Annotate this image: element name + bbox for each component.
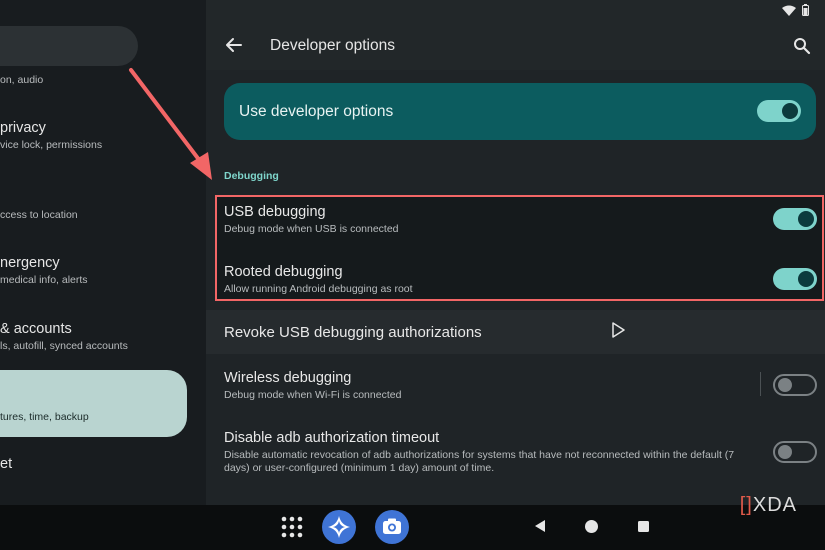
revoke-usb-debugging-label-wrap: Revoke USB debugging authorizations	[224, 324, 482, 341]
usb-debugging-row[interactable]: USB debugging Debug mode when USB is con…	[224, 204, 399, 236]
wireless-debugging-toggle[interactable]	[773, 374, 817, 396]
divider	[760, 372, 761, 396]
sidebar-item-subtitle: ccess to location	[0, 209, 78, 221]
sidebar-item-subtitle: medical info, alerts	[0, 274, 88, 286]
sidebar-item-system-selected[interactable]	[0, 370, 187, 437]
navigation-bar	[0, 505, 825, 550]
sidebar-item-security-privacy[interactable]: privacy vice lock, permissions	[0, 120, 102, 151]
sidebar-item-title: & accounts	[0, 321, 72, 337]
app-bar	[206, 0, 825, 70]
setting-subtitle: Debug mode when Wi-Fi is connected	[224, 389, 402, 401]
setting-subtitle-line2: days) or user-configured (minimum 1 day)…	[224, 462, 495, 474]
setting-title: Rooted debugging	[224, 264, 343, 280]
sidebar-item-title: privacy	[0, 120, 46, 136]
use-developer-options-card[interactable]: Use developer options	[224, 83, 816, 140]
disable-adb-timeout-toggle[interactable]	[773, 441, 817, 463]
developer-options-pane: Developer options Use developer options …	[206, 0, 825, 505]
sidebar-item-subtitle: vice lock, permissions	[0, 139, 103, 151]
back-arrow-icon[interactable]	[224, 35, 244, 55]
sidebar-item-passwords-accounts[interactable]: & accounts ls, autofill, synced accounts	[0, 321, 128, 352]
setting-title: Revoke USB debugging authorizations	[224, 324, 482, 341]
sidebar-item-subtitle: ls, autofill, synced accounts	[0, 340, 128, 352]
watermark-text: XDA	[752, 494, 797, 516]
setting-title: Disable adb authorization timeout	[224, 430, 440, 446]
sidebar-item-location[interactable]: ccess to location	[0, 206, 78, 221]
camera-icon[interactable]	[375, 510, 409, 544]
rooted-debugging-row[interactable]: Rooted debugging Allow running Android d…	[224, 264, 413, 296]
search-icon[interactable]	[793, 37, 811, 55]
page-title: Developer options	[270, 37, 395, 54]
nav-recents-icon[interactable]	[637, 520, 650, 533]
battery-icon	[802, 4, 809, 16]
nav-home-icon[interactable]	[584, 519, 599, 534]
sidebar-item-subtitle: on, audio	[0, 74, 44, 86]
use-developer-options-label: Use developer options	[239, 103, 394, 120]
section-header-debugging: Debugging	[224, 170, 279, 182]
wifi-icon	[782, 5, 796, 16]
setting-subtitle-line1: Disable automatic revocation of adb auth…	[224, 449, 735, 461]
xda-watermark-logo: []XDA	[739, 494, 797, 516]
assistant-icon[interactable]	[322, 510, 356, 544]
sidebar-item-subtitle: tures, time, backup	[0, 411, 89, 423]
setting-subtitle: Debug mode when USB is connected	[224, 223, 399, 235]
wireless-debugging-row[interactable]: Wireless debugging Debug mode when Wi-Fi…	[224, 370, 401, 402]
app-grid-icon[interactable]	[281, 516, 303, 538]
sidebar-item-sound[interactable]: on, audio	[0, 71, 43, 86]
usb-debugging-toggle[interactable]	[773, 208, 817, 230]
setting-title: USB debugging	[224, 204, 326, 220]
sidebar-item-title: nergency	[0, 255, 60, 271]
sidebar-item-system[interactable]: tures, time, backup	[0, 408, 89, 423]
setting-title: Wireless debugging	[224, 370, 352, 386]
sidebar-item-safety-emergency[interactable]: nergency medical info, alerts	[0, 255, 88, 286]
nav-back-icon[interactable]	[533, 519, 547, 533]
settings-sidebar: on, audio privacy vice lock, permissions…	[0, 0, 206, 505]
sidebar-item-title: et	[0, 456, 13, 472]
mouse-cursor-icon	[612, 322, 625, 338]
use-developer-options-toggle[interactable]	[757, 100, 801, 122]
settings-search-bar[interactable]	[0, 26, 138, 66]
setting-subtitle: Allow running Android debugging as root	[224, 283, 413, 295]
sidebar-item-reset[interactable]: et	[0, 456, 12, 472]
rooted-debugging-toggle[interactable]	[773, 268, 817, 290]
disable-adb-timeout-row[interactable]: Disable adb authorization timeout Disabl…	[224, 430, 734, 475]
status-bar	[782, 4, 809, 16]
